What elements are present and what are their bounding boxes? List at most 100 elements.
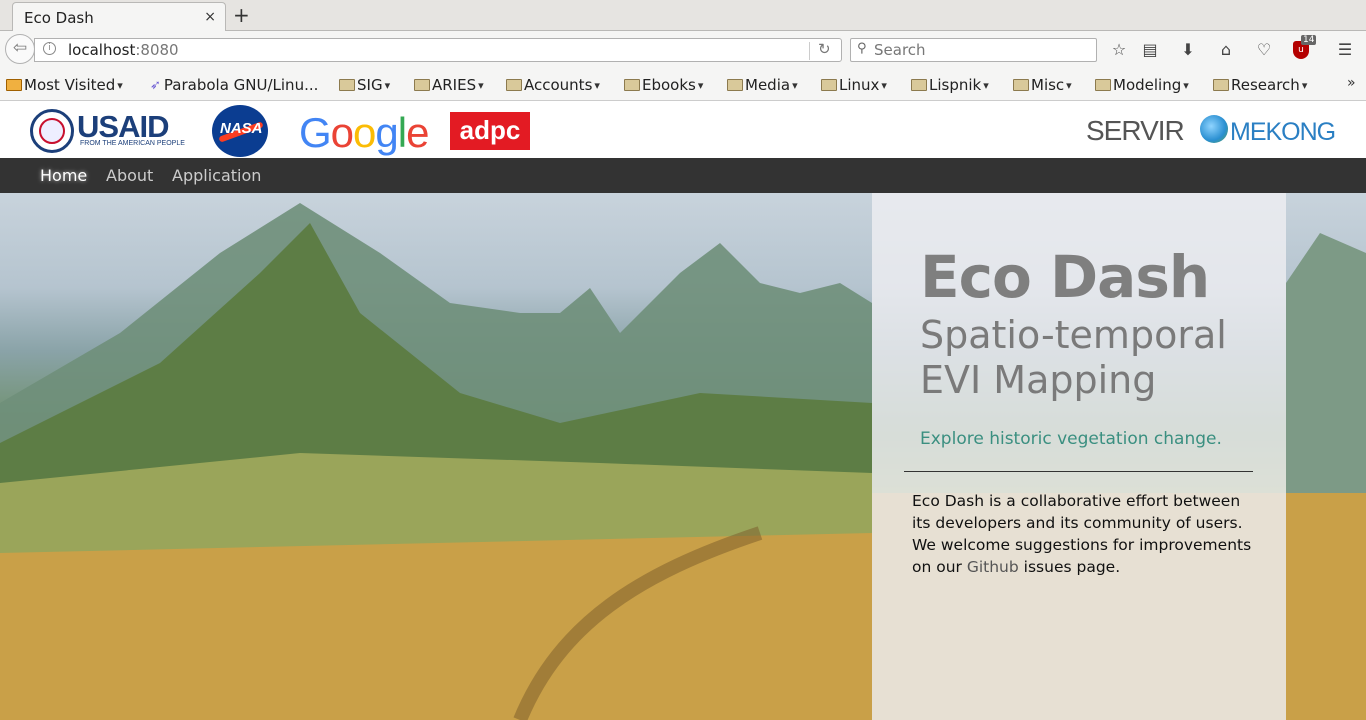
chevron-down-icon: ▾ [983,78,989,92]
chevron-down-icon: ▾ [1301,78,1308,92]
bookmark-folder-misc[interactable]: Misc ▾ [1013,76,1072,94]
bookmarks-overflow-icon[interactable]: » [1347,75,1356,91]
home-icon[interactable]: ⌂ [1216,40,1236,59]
chevron-down-icon: ▾ [478,78,484,92]
back-button[interactable]: ⇦ [5,34,35,64]
tab-strip: Eco Dash × + [0,0,1366,32]
folder-icon [911,79,927,91]
bookmark-label: Accounts [524,76,593,94]
hamburger-menu-icon[interactable]: ☰ [1335,40,1355,59]
bookmark-label: Parabola GNU/Linu... [163,76,319,94]
folder-icon [339,79,355,91]
chevron-down-icon: ▾ [384,78,391,92]
google-letter: l [397,109,407,156]
bookmark-folder-ebooks[interactable]: Ebooks ▾ [624,76,703,94]
bookmark-folder-research[interactable]: Research ▾ [1213,76,1307,94]
description: Eco Dash is a collaborative effort betwe… [912,490,1252,578]
chevron-down-icon: ▾ [1183,78,1189,92]
bookmark-label: Misc [1031,76,1065,94]
bookmark-folder-lispnik[interactable]: Lispnik ▾ [911,76,989,94]
bookmark-folder-media[interactable]: Media ▾ [727,76,798,94]
bookmark-folder-sig[interactable]: SIG ▾ [339,76,390,94]
bookmark-label: Modeling [1113,76,1182,94]
description-text-end: issues page. [1018,558,1121,576]
page-title: Eco Dash [920,243,1210,311]
navigation-toolbar: ⇦ i localhost:8080 ↻ ⚲ Search ☆ ▤ ⬇ ⌂ ♡ … [0,31,1366,68]
folder-icon [414,79,430,91]
new-tab-button[interactable]: + [233,3,250,27]
search-placeholder: Search [874,41,926,59]
search-icon: ⚲ [857,41,867,56]
pocket-icon[interactable]: ♡ [1254,40,1274,59]
folder-icon [1213,79,1229,91]
bookmark-label: Lispnik [929,76,982,94]
tab-title: Eco Dash [24,9,94,27]
url-host: localhost [68,41,136,59]
bookmark-folder-aries[interactable]: ARIES ▾ [414,76,484,94]
site-nav: Home About Application [0,158,1366,193]
bookmark-star-icon[interactable]: ☆ [1109,40,1129,59]
divider [904,471,1253,472]
reading-list-icon[interactable]: ▤ [1140,40,1160,59]
bookmark-label: ARIES [432,76,477,94]
google-letter: o [353,109,376,156]
url-divider [809,42,810,60]
browser-tab[interactable]: Eco Dash × [12,2,226,32]
bookmark-parabola[interactable]: ➶ Parabola GNU/Linu... [150,76,318,94]
parabola-icon: ➶ [150,77,161,93]
adpc-logo: adpc [450,112,530,150]
chevron-down-icon: ▾ [594,78,600,92]
bookmark-label: Media [745,76,791,94]
search-input[interactable]: ⚲ Search [850,38,1097,62]
url-text: localhost:8080 [68,41,179,59]
folder-icon [727,79,743,91]
usaid-tagline: FROM THE AMERICAN PEOPLE [80,140,185,147]
google-letter: g [375,109,398,156]
chevron-down-icon: ▾ [881,78,887,92]
globe-icon [1200,115,1228,143]
folder-icon [624,79,640,91]
nav-about-link[interactable]: About [106,166,153,185]
nav-home-link[interactable]: Home [40,166,87,185]
chevron-down-icon: ▾ [697,78,704,92]
chevron-down-icon: ▾ [792,78,798,92]
reload-icon[interactable]: ↻ [818,40,831,58]
page-subtitle: Spatio-temporal EVI Mapping [920,313,1227,402]
bookmark-label: Linux [839,76,880,94]
usaid-seal-logo [30,109,74,153]
folder-icon [506,79,522,91]
url-bar[interactable]: i localhost:8080 ↻ [34,38,842,62]
folder-icon [1095,79,1111,91]
intro-panel: Eco Dash Spatio-temporal EVI Mapping Exp… [872,193,1286,720]
bookmark-label: SIG [357,76,383,94]
url-port: :8080 [135,41,179,59]
tagline: Explore historic vegetation change. [920,429,1222,449]
servir-logo-text: SERVIR [1086,115,1185,146]
bookmark-label: Ebooks [642,76,696,94]
chevron-down-icon: ▾ [117,78,123,92]
bookmark-most-visited[interactable]: Most Visited ▾ [6,76,123,94]
google-letter: e [406,109,429,156]
google-letter: G [299,109,332,156]
github-link[interactable]: Github [967,558,1019,576]
nasa-logo: NASA [212,105,268,157]
bookmark-folder-accounts[interactable]: Accounts ▾ [506,76,600,94]
chevron-down-icon: ▾ [1066,78,1072,92]
bookmark-label: Most Visited [24,76,116,94]
folder-icon [821,79,837,91]
partner-logos-bar: USAID FROM THE AMERICAN PEOPLE NASA Goog… [0,101,1366,158]
google-letter: o [330,109,354,156]
back-arrow-icon: ⇦ [12,38,28,58]
close-tab-icon[interactable]: × [204,9,216,25]
bookmark-label: Research [1231,76,1300,94]
bookmarks-toolbar: Most Visited ▾ ➶ Parabola GNU/Linu... SIG ▾… [0,68,1366,101]
most-visited-icon [6,79,22,91]
bookmark-folder-modeling[interactable]: Modeling ▾ [1095,76,1189,94]
folder-icon [1013,79,1029,91]
bookmark-folder-linux[interactable]: Linux ▾ [821,76,887,94]
nasa-logo-text: NASA [220,120,263,137]
nav-application-link[interactable]: Application [172,166,261,185]
download-icon[interactable]: ⬇ [1178,40,1198,59]
info-icon[interactable]: i [43,42,56,55]
mekong-logo-text: MEKONG [1230,118,1336,146]
